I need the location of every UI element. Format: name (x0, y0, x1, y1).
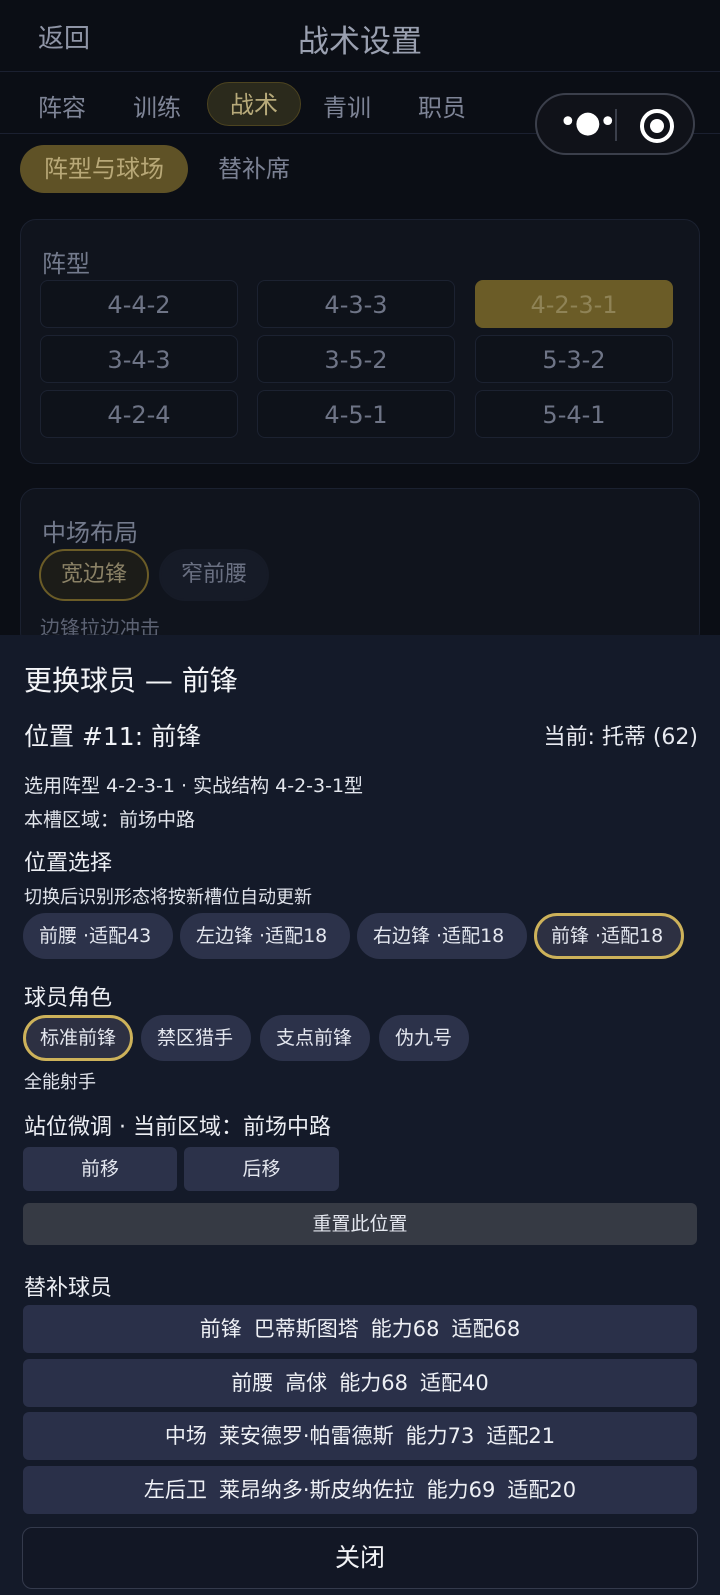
subtab-formation-pitch[interactable]: 阵型与球场 (20, 145, 188, 193)
page-title: 战术设置 (298, 24, 422, 60)
adjust-section-title: 站位微调 · 当前区域：前场中路 (24, 1115, 331, 1140)
formation-card: 阵型 4-4-2 4-3-3 4-2-3-1 3-4-3 3-5-2 5-3-2… (20, 219, 700, 464)
formation-option[interactable]: 5-4-1 (475, 390, 673, 438)
role-chip[interactable]: 支点前锋 (260, 1015, 370, 1061)
position-hint: 切换后识别形态将按新槽位自动更新 (24, 887, 312, 908)
sub-position: 中场 (164, 1424, 207, 1448)
slot-label: 位置 #11: 前锋 (24, 722, 202, 751)
subs-section-title: 替补球员 (24, 1276, 113, 1301)
sheet-title: 更换球员 — 前锋 (24, 664, 238, 697)
tab-training[interactable]: 训练 (133, 88, 181, 123)
tab-tactics[interactable]: 战术 (207, 82, 301, 126)
sub-fit: 适配20 (507, 1478, 577, 1502)
capsule-divider (615, 109, 617, 141)
role-section-title: 球员角色 (24, 986, 113, 1011)
sub-player-row[interactable]: 前腰 高俅 能力68 适配40 (23, 1359, 697, 1407)
sub-ability: 能力69 (426, 1478, 496, 1502)
role-chip[interactable]: 伪九号 (379, 1015, 469, 1061)
formation-option-selected[interactable]: 4-2-3-1 (475, 280, 673, 328)
position-section-title: 位置选择 (24, 851, 113, 876)
sub-ability: 能力73 (405, 1424, 475, 1448)
formation-card-title: 阵型 (42, 250, 90, 278)
formation-option[interactable]: 4-4-2 (40, 280, 238, 328)
sub-fit: 适配68 (451, 1317, 521, 1341)
role-chip-selected[interactable]: 标准前锋 (23, 1015, 133, 1061)
sub-name: 高俅 (285, 1371, 328, 1395)
sub-player-row[interactable]: 中场 莱安德罗·帕雷德斯 能力73 适配21 (23, 1412, 697, 1460)
current-player: 当前: 托蒂 (62) (543, 725, 698, 750)
reset-position-button[interactable]: 重置此位置 (23, 1203, 697, 1245)
formation-option[interactable]: 4-2-4 (40, 390, 238, 438)
formation-info: 选用阵型 4-2-3-1 · 实战结构 4-2-3-1型 (24, 775, 364, 797)
sub-player-row[interactable]: 左后卫 莱昂纳多·斯皮纳佐拉 能力69 适配20 (23, 1466, 697, 1514)
sub-name: 莱安德罗·帕雷德斯 (218, 1424, 394, 1448)
sub-name: 莱昂纳多·斯皮纳佐拉 (218, 1478, 415, 1502)
tab-lineup[interactable]: 阵容 (38, 88, 86, 123)
replace-player-sheet: 更换球员 — 前锋 位置 #11: 前锋 当前: 托蒂 (62) 选用阵型 4-… (0, 635, 720, 1595)
role-chip[interactable]: 禁区猎手 (141, 1015, 251, 1061)
move-back-button[interactable]: 后移 (184, 1147, 339, 1191)
formation-option[interactable]: 4-5-1 (257, 390, 455, 438)
formation-option[interactable]: 3-4-3 (40, 335, 238, 383)
sub-ability: 能力68 (339, 1371, 408, 1395)
close-button[interactable]: 关闭 (22, 1527, 698, 1589)
midfield-option[interactable]: 窄前腰 (159, 549, 270, 601)
sub-position: 前锋 (199, 1317, 242, 1341)
formation-option[interactable]: 5-3-2 (475, 335, 673, 383)
sub-player-row[interactable]: 前锋 巴蒂斯图塔 能力68 适配68 (23, 1305, 697, 1353)
midfield-card-title: 中场布局 (42, 519, 138, 547)
sub-position: 左后卫 (143, 1478, 207, 1502)
formation-option[interactable]: 4-3-3 (257, 280, 455, 328)
tab-youth[interactable]: 青训 (323, 88, 371, 123)
move-forward-button[interactable]: 前移 (23, 1147, 177, 1191)
subtab-bench[interactable]: 替补席 (218, 145, 290, 193)
sub-name: 巴蒂斯图塔 (253, 1317, 359, 1341)
target-icon[interactable] (640, 109, 674, 143)
role-description: 全能射手 (24, 1072, 96, 1093)
top-bar: 返回 战术设置 (0, 0, 720, 72)
sub-ability: 能力68 (370, 1317, 440, 1341)
more-dots-icon[interactable]: •●• (559, 105, 617, 141)
position-chip-rw[interactable]: 右边锋 ·适配18 (357, 913, 527, 959)
midfield-option-selected[interactable]: 宽边锋 (39, 549, 150, 601)
position-chip-am[interactable]: 前腰 ·适配43 (23, 913, 173, 959)
background-page: 返回 战术设置 阵容 训练 战术 青训 职员 •●• 阵型与球场 替补席 阵型 … (0, 0, 720, 648)
formation-option[interactable]: 3-5-2 (257, 335, 455, 383)
tab-staff[interactable]: 职员 (418, 88, 466, 123)
sub-fit: 适配40 (420, 1371, 489, 1395)
position-chip-lw[interactable]: 左边锋 ·适配18 (180, 913, 350, 959)
position-chip-st-selected[interactable]: 前锋 ·适配18 (534, 913, 684, 959)
miniprogram-capsule: •●• (535, 93, 695, 155)
sub-position: 前腰 (231, 1371, 274, 1395)
zone-info: 本槽区域：前场中路 (24, 809, 196, 831)
app-root: 返回 战术设置 阵容 训练 战术 青训 职员 •●• 阵型与球场 替补席 阵型 … (0, 0, 720, 1595)
sub-fit: 适配21 (486, 1424, 556, 1448)
